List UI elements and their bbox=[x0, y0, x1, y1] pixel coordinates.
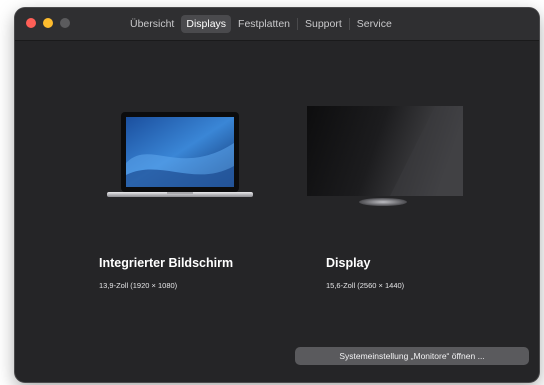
tab-divider bbox=[348, 18, 350, 30]
monitor-icon bbox=[307, 106, 463, 206]
open-monitor-settings-button[interactable]: Systemeinstellung „Monitore“ öffnen ... bbox=[295, 347, 529, 365]
tab-divider bbox=[297, 18, 298, 30]
minimize-window-button[interactable] bbox=[43, 18, 53, 28]
display-name-external: Display bbox=[326, 256, 371, 270]
zoom-window-button[interactable] bbox=[60, 18, 70, 28]
display-resolution-builtin: 13,9-Zoll (1920 × 1080) bbox=[99, 281, 178, 290]
display-name-builtin: Integrierter Bildschirm bbox=[99, 256, 234, 270]
tab-storage[interactable]: Festplatten bbox=[233, 15, 295, 33]
tab-service[interactable]: Service bbox=[352, 15, 397, 33]
display-resolution-external: 15,6-Zoll (2560 × 1440) bbox=[326, 281, 405, 290]
tab-bar: Übersicht Displays Festplatten Support S… bbox=[125, 15, 397, 33]
title-bar: Übersicht Displays Festplatten Support S… bbox=[15, 8, 539, 41]
close-window-button[interactable] bbox=[26, 18, 36, 28]
laptop-icon bbox=[107, 112, 253, 197]
tab-support[interactable]: Support bbox=[300, 15, 347, 33]
tab-displays[interactable]: Displays bbox=[181, 15, 232, 33]
tab-overview[interactable]: Übersicht bbox=[125, 15, 179, 33]
system-info-window: Übersicht Displays Festplatten Support S… bbox=[15, 8, 539, 382]
